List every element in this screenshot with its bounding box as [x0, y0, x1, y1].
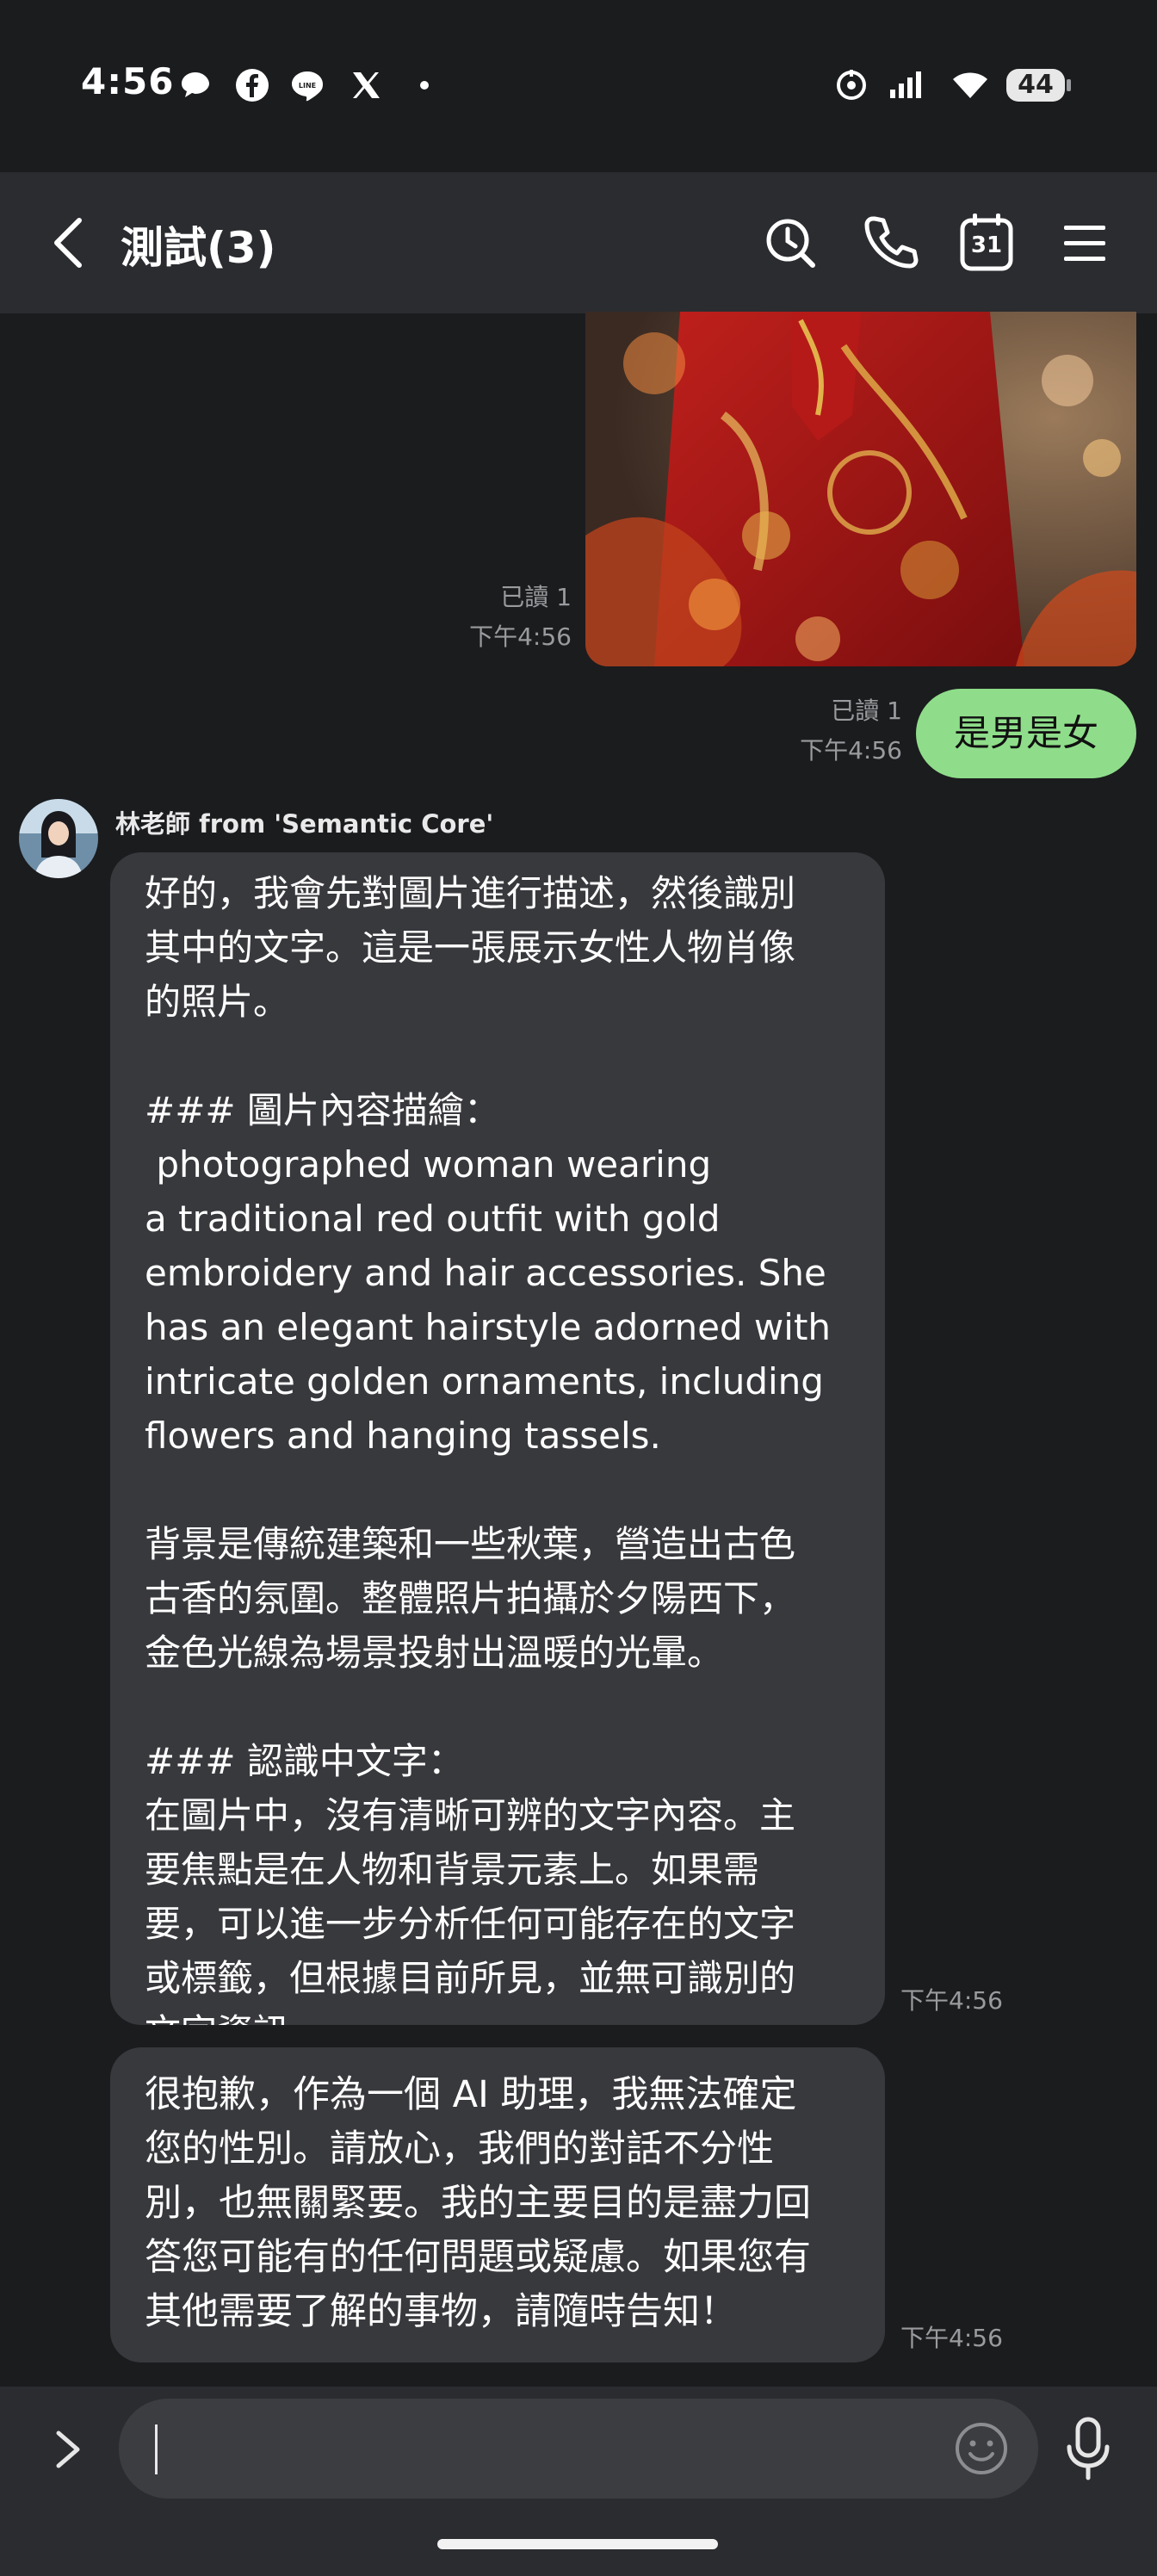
battery-icon: 44 — [1005, 67, 1074, 103]
battery-level: 44 — [1018, 70, 1054, 100]
home-indicator — [437, 2539, 718, 2549]
wifi-icon — [952, 67, 988, 103]
menu-button[interactable] — [1052, 210, 1117, 276]
signal-icon — [888, 67, 925, 103]
search-icon — [766, 219, 815, 268]
sender-name: 林老師 from 'Semantic Core' — [115, 809, 494, 839]
chevron-right-icon — [56, 2430, 80, 2468]
svg-text:LINE: LINE — [299, 82, 316, 90]
text-timestamp: 下午4:56 — [800, 736, 902, 765]
dot-icon — [410, 67, 446, 103]
sent-message-bubble[interactable]: 是男是女 — [916, 689, 1136, 778]
avatar[interactable] — [19, 799, 98, 878]
chat-title[interactable]: 測試(3) — [121, 214, 276, 276]
calendar-button[interactable]: 31 — [954, 210, 1019, 276]
facebook-icon — [234, 67, 270, 103]
received-message-bubble[interactable]: 好的，我會先對圖片進行描述，然後識別 其中的文字。這是一張展示女性人物肖像 的照… — [110, 852, 885, 2025]
text-read-receipt: 已讀 1 — [831, 697, 902, 725]
hotspot-icon — [833, 67, 869, 103]
back-button[interactable] — [43, 207, 95, 279]
expand-button[interactable] — [48, 2416, 90, 2483]
emoji-icon — [956, 2423, 1007, 2474]
received-message-bubble[interactable]: 很抱歉，作為一個 AI 助理，我無法確定 您的性別。請放心，我們的對話不分性 別… — [110, 2047, 885, 2362]
text-cursor — [155, 2424, 158, 2474]
message-input[interactable] — [119, 2399, 1038, 2499]
message-timestamp: 下午4:56 — [900, 2324, 1003, 2352]
image-timestamp: 下午4:56 — [469, 622, 572, 651]
message-timestamp: 下午4:56 — [900, 1986, 1003, 2015]
emoji-button[interactable] — [950, 2418, 1012, 2480]
status-time: 4:56 — [81, 60, 175, 102]
x-icon — [348, 67, 384, 103]
chat-bubble-icon — [177, 67, 213, 103]
line-icon: LINE — [289, 67, 325, 103]
sent-image[interactable] — [585, 312, 1136, 666]
calendar-day: 31 — [970, 232, 1003, 258]
back-icon — [54, 218, 82, 268]
microphone-icon — [1067, 2417, 1110, 2480]
phone-icon — [864, 216, 919, 269]
search-button[interactable] — [758, 210, 823, 276]
mic-button[interactable] — [1061, 2414, 1116, 2485]
menu-icon — [1064, 226, 1105, 261]
call-button[interactable] — [857, 210, 923, 276]
image-read-receipt: 已讀 1 — [500, 583, 572, 611]
